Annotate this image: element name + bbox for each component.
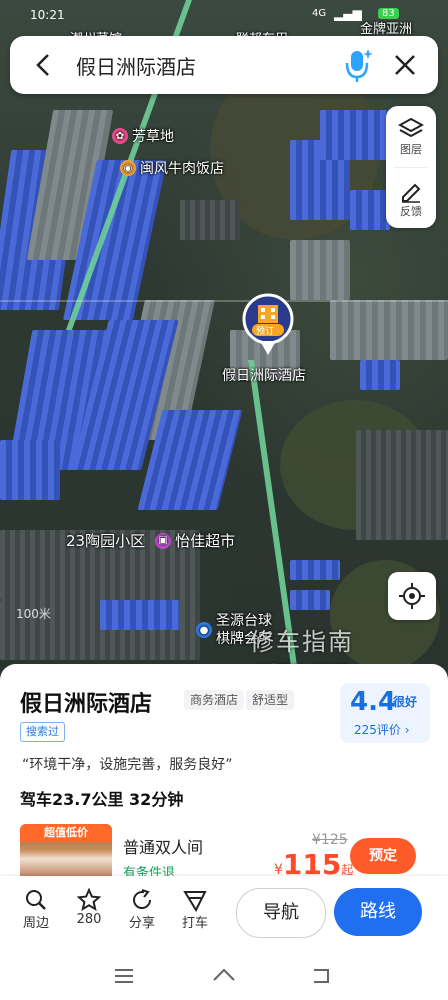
pencil-icon	[402, 183, 421, 203]
book-button[interactable]: 预定	[350, 838, 416, 874]
search-icon	[26, 890, 46, 910]
building	[320, 110, 390, 160]
back-nav-icon[interactable]	[310, 964, 334, 988]
microphone-icon	[345, 49, 373, 82]
close-button[interactable]	[390, 50, 420, 80]
layers-icon	[398, 117, 424, 137]
layers-label: 图层	[400, 142, 422, 156]
room-photo: 超值低价	[20, 824, 112, 882]
home-icon[interactable]	[212, 964, 236, 988]
search-bar[interactable]: 假日洲际酒店	[10, 36, 438, 94]
battery-icon: 83	[378, 8, 399, 19]
star-icon	[77, 888, 101, 912]
room-offer[interactable]: 超值低价 普通双人间 有条件退 ¥125 ¥115起 预定	[20, 824, 430, 882]
taxi-button[interactable]: 打车	[173, 888, 217, 931]
taxi-label: 打车	[181, 916, 208, 931]
share-icon	[133, 889, 152, 909]
original-price: ¥125	[312, 832, 348, 848]
rating-box[interactable]: 4.4 很好 225评价 ›	[340, 683, 430, 743]
building	[0, 440, 60, 500]
route-button[interactable]: 路线	[334, 888, 422, 936]
rating-label: 很好	[393, 695, 418, 709]
tag-business-hotel: 商务酒店	[184, 690, 245, 710]
poi-label[interactable]: 23陶园小区 ▣ 怡佳超市	[66, 530, 235, 551]
status-bar: 10:21 4G ▂▄▆ 83	[0, 0, 448, 30]
building	[100, 600, 180, 630]
taxi-icon	[183, 891, 207, 912]
favorites-count: 280	[76, 912, 102, 927]
building	[290, 590, 330, 610]
search-query[interactable]: 假日洲际酒店	[76, 51, 340, 80]
share-button[interactable]: 分享	[120, 888, 164, 931]
building	[290, 560, 340, 580]
system-navigation-bar	[0, 952, 448, 1000]
crosshair-icon	[399, 583, 425, 609]
restaurant-icon: ◉	[120, 160, 136, 176]
hotel-name: 假日洲际酒店	[20, 692, 153, 717]
building	[290, 240, 350, 300]
bottom-toolbar: 周边 280 分享 打车 导航 路线	[0, 876, 448, 952]
marker-name: 假日洲际酒店	[222, 368, 306, 384]
marker-badge: 预订	[256, 327, 275, 337]
poi-label[interactable]: ✿ 芳草地	[112, 126, 174, 146]
drive-info: 驾车23.7公里 32分钟	[20, 790, 184, 809]
hotel-marker[interactable]: 预订	[240, 293, 296, 359]
road	[0, 300, 448, 302]
close-icon	[395, 55, 415, 75]
feedback-label: 反馈	[400, 204, 422, 218]
room-type: 普通双人间	[123, 838, 204, 857]
deal-badge: 超值低价	[20, 824, 112, 842]
layers-button[interactable]: 图层	[386, 106, 436, 167]
building	[350, 190, 390, 230]
favorite-button[interactable]: 280	[67, 888, 111, 927]
tag-comfort: 舒适型	[246, 690, 295, 710]
shopping-bag-icon: ▣	[155, 532, 172, 549]
flower-icon: ✿	[112, 128, 128, 144]
building	[330, 300, 448, 360]
building	[180, 200, 240, 240]
share-label: 分享	[128, 916, 155, 931]
voice-search-button[interactable]	[340, 47, 376, 83]
feedback-button[interactable]: 反馈	[386, 168, 436, 229]
signal-icon: ▂▄▆	[334, 7, 362, 21]
satellite-map[interactable]: 潮州菜馆 联邦车用 金牌亚洲 ✿ 芳草地 ◉ 闽风牛肉饭店 23陶园小区 ▣ 怡…	[0, 0, 448, 690]
review-quote: “环境干净，设施完善，服务良好”	[22, 757, 233, 773]
menu-icon[interactable]	[112, 964, 136, 988]
building	[360, 360, 400, 390]
building	[356, 430, 448, 540]
network-indicator: 4G	[312, 8, 327, 19]
clock: 10:21	[30, 8, 65, 22]
locate-me-button[interactable]	[388, 572, 436, 620]
nearby-button[interactable]: 周边	[14, 888, 58, 931]
searched-badge: 搜索过	[20, 722, 65, 742]
back-arrow-icon	[36, 54, 49, 76]
poi-label[interactable]: ◉ 闽风牛肉饭店	[120, 158, 224, 178]
review-count-link[interactable]: 225评价 ›	[354, 721, 410, 738]
nearby-label: 周边	[22, 916, 49, 931]
map-side-controls: 图层 反馈	[386, 106, 436, 228]
rating-score: 4.4	[350, 687, 397, 717]
navigate-button[interactable]: 导航	[236, 888, 326, 938]
map-scale: 100米	[16, 607, 51, 621]
billiards-icon: ●	[196, 622, 212, 638]
back-button[interactable]	[28, 50, 58, 80]
